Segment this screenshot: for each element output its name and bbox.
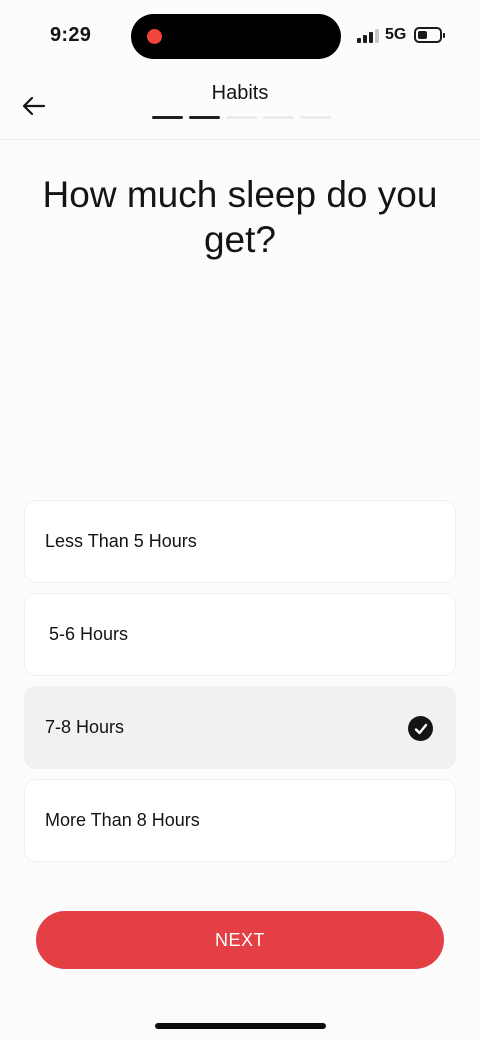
status-time: 9:29 <box>50 24 92 46</box>
sleep-options-list: Less Than 5 Hours 5-6 Hours 7-8 Hours Mo… <box>24 500 456 872</box>
home-indicator[interactable] <box>155 1023 326 1029</box>
progress-step <box>189 116 220 119</box>
option-label: 5-6 Hours <box>49 624 129 644</box>
option-more-than-8-hours[interactable]: More Than 8 Hours <box>24 779 456 862</box>
progress-step <box>300 116 331 119</box>
check-circle-icon <box>408 716 433 741</box>
recording-indicator <box>147 29 162 44</box>
battery-icon <box>414 27 445 43</box>
option-5-6-hours[interactable]: 5-6 Hours <box>24 593 456 676</box>
status-bar: 9:29 5G <box>0 0 480 70</box>
network-label: 5G <box>385 26 407 43</box>
progress-step <box>263 116 294 119</box>
progress-steps <box>152 116 331 119</box>
screen: 9:29 5G Habits How much sleep do you get… <box>0 0 480 1040</box>
option-label: 7-8 Hours <box>45 717 125 737</box>
option-label: Less Than 5 Hours <box>45 531 197 551</box>
option-less-than-5-hours[interactable]: Less Than 5 Hours <box>24 500 456 583</box>
header-title: Habits <box>211 82 269 104</box>
next-button[interactable]: NEXT <box>36 911 444 969</box>
signal-icon <box>357 27 381 43</box>
option-label: More Than 8 Hours <box>45 810 200 830</box>
question-title: How much sleep do you get? <box>42 174 438 260</box>
header: Habits <box>0 70 480 140</box>
progress-step <box>226 116 257 119</box>
dynamic-island <box>131 14 341 59</box>
progress-step <box>152 116 183 119</box>
option-7-8-hours[interactable]: 7-8 Hours <box>24 686 456 769</box>
